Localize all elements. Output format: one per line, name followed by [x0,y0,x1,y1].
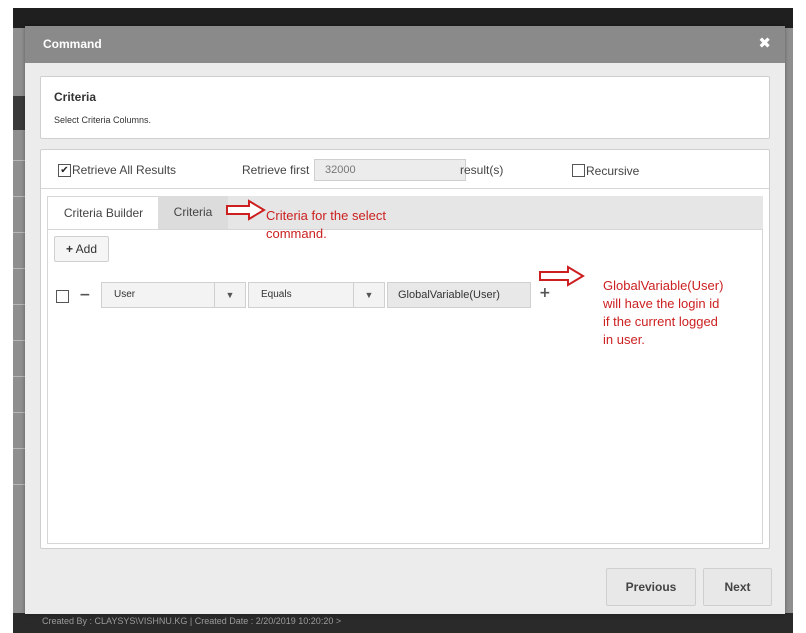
field-select[interactable]: User ▼ [101,282,246,308]
dialog-title: Command [43,37,102,51]
add-criteria-button[interactable]: + Add [54,236,109,262]
chevron-down-icon: ▼ [353,283,384,307]
criteria-row-checkbox[interactable] [56,290,69,303]
criteria-panel: Criteria Select Criteria Columns. [40,76,770,139]
plus-icon: + [65,242,73,256]
tab-annotation-note: Criteria for the select command. [266,207,386,243]
close-icon[interactable]: ✖ [758,34,771,52]
operator-select-value: Equals [261,289,292,300]
criteria-heading: Criteria [54,90,97,104]
tab-annotation-line: Criteria for the select [266,208,386,223]
retrieve-all-label: Retrieve All Results [72,163,177,177]
criteria-options-panel: ✔ Retrieve All Results Retrieve first 32… [40,149,770,549]
recursive-checkbox[interactable] [572,164,585,177]
value-annotation-line: in user. [603,332,645,347]
value-annotation-line: will have the login id [603,296,720,311]
recursive-label: Recursive [586,164,640,178]
next-button[interactable]: Next [703,568,772,606]
background-top-bar [13,8,793,28]
tab-criteria[interactable]: Criteria [158,196,228,229]
value-annotation-note: GlobalVariable(User) will have the login… [603,277,723,349]
dialog-header: Command ✖ [25,26,785,63]
background-side-strip [13,96,25,130]
field-select-value: User [114,289,136,300]
tab-annotation-line: command. [266,226,327,241]
value-annotation-line: if the current logged [603,314,718,329]
value-annotation-line: GlobalVariable(User) [603,278,724,293]
criteria-value-field[interactable]: GlobalVariable(User) [387,282,531,308]
criteria-subheading: Select Criteria Columns. [54,115,152,125]
add-button-label: Add [75,242,98,256]
retrieve-first-label: Retrieve first [242,163,310,177]
previous-button[interactable]: Previous [606,568,696,606]
retrieve-options-row: ✔ Retrieve All Results Retrieve first 32… [41,150,769,189]
retrieve-first-input[interactable]: 32000 [314,159,466,181]
retrieve-all-checkbox[interactable]: ✔ [58,164,71,177]
background-footer-text: Created By : CLAYSYS\VISHNU.KG | Created… [42,616,342,626]
tab-criteria-builder[interactable]: Criteria Builder [47,196,160,230]
add-row-icon[interactable]: + [539,285,551,301]
remove-row-icon[interactable]: − [79,287,91,303]
annotation-arrow-icon [226,199,266,221]
criteria-tabs: Criteria Builder Criteria [47,196,763,230]
annotation-arrow-icon [539,265,585,287]
results-suffix-label: result(s) [460,163,504,177]
operator-select[interactable]: Equals ▼ [248,282,385,308]
chevron-down-icon: ▼ [214,283,245,307]
